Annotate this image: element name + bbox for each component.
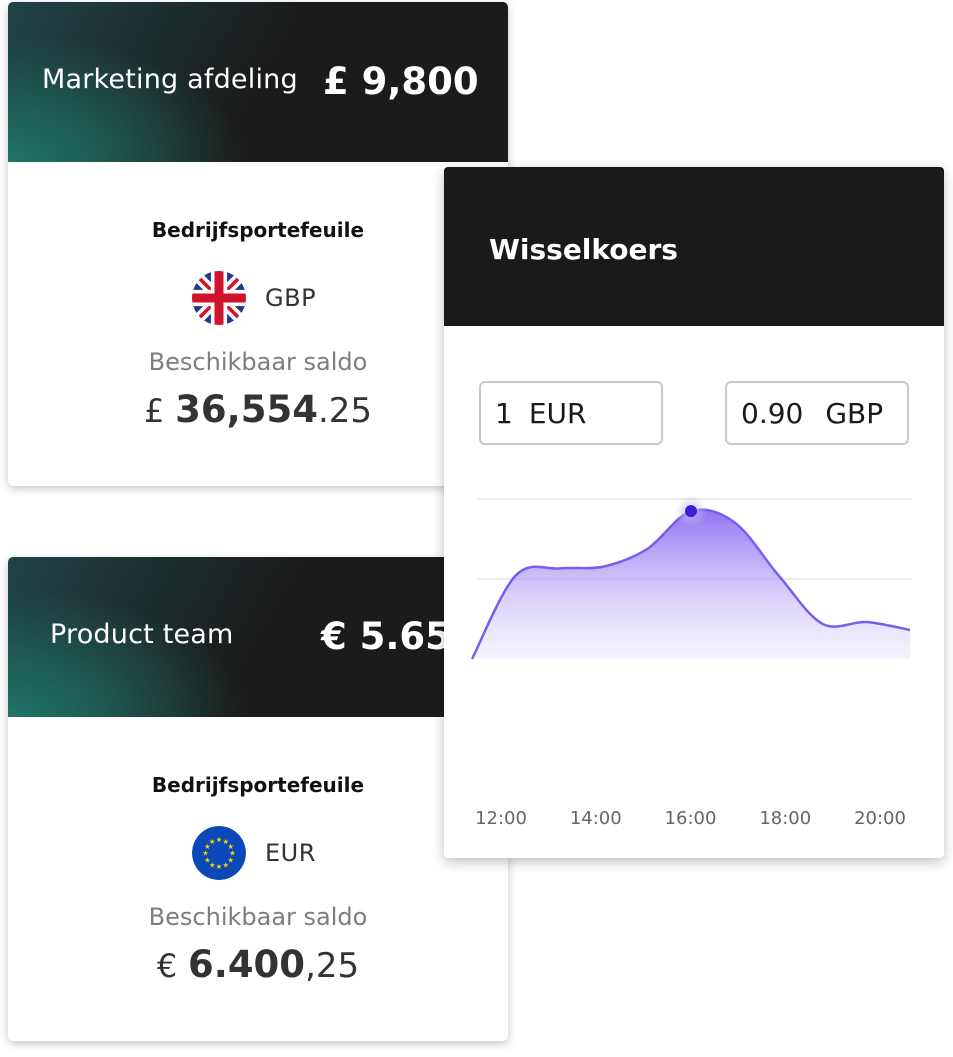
balance-main: 6.400: [188, 943, 306, 986]
highlight-point[interactable]: [685, 505, 697, 518]
budget-card-product[interactable]: Product team € 5.650 Bedrijfsportefeuile…: [8, 557, 508, 1041]
currency-row: GBP: [192, 270, 316, 326]
stage: Marketing afdeling £ 9,800 Bedrijfsporte…: [0, 0, 953, 1057]
exchange-rate-chart: [470, 495, 912, 660]
balance-currency-symbol: €: [156, 947, 178, 985]
team-name: Product team: [50, 619, 234, 650]
balance-label: Beschikbaar saldo: [148, 348, 368, 376]
rate-area: [472, 509, 910, 659]
balance-decimal: .25: [317, 391, 373, 431]
eu-star-icon: ★: [209, 837, 215, 846]
available-balance: € 6.400,25: [8, 943, 508, 986]
portfolio-label: Bedrijfsportefeuile: [151, 773, 365, 797]
team-name: Marketing afdeling: [42, 64, 298, 95]
from-currency: EUR: [528, 396, 587, 430]
balance-decimal: ,25: [305, 946, 360, 986]
x-tick-label: 16:00: [664, 808, 717, 829]
to-amount: 0.90: [741, 396, 804, 430]
x-tick-label: 18:00: [759, 808, 812, 829]
team-budget-amount: £ 9,800: [323, 60, 479, 103]
card-header: Product team € 5.650: [8, 557, 508, 717]
budget-card-marketing[interactable]: Marketing afdeling £ 9,800 Bedrijfsporte…: [8, 2, 508, 486]
eu-flag-icon: ★ ★ ★ ★ ★ ★ ★ ★ ★ ★ ★ ★: [192, 826, 246, 880]
from-amount-field[interactable]: 1 EUR: [479, 381, 663, 445]
exchange-rate-header: Wisselkoers: [444, 167, 944, 326]
card-body: Bedrijfsportefeuile ★ ★ ★ ★ ★ ★ ★ ★ ★ ★ ★ ★ EUR Bes…: [8, 717, 508, 1041]
balance-label: Beschikbaar saldo: [148, 903, 368, 931]
eu-star-icon: ★: [216, 835, 222, 844]
balance-currency-symbol: £: [143, 392, 165, 430]
currency-row: ★ ★ ★ ★ ★ ★ ★ ★ ★ ★ ★ ★ EUR: [192, 825, 316, 881]
from-amount: 1: [495, 396, 513, 430]
currency-code: EUR: [265, 839, 316, 867]
eu-star-icon: ★: [227, 842, 233, 851]
balance-main: 36,554: [175, 388, 318, 431]
exchange-rate-card: Wisselkoers 1 EUR 0.90 GBP 12:00 14:00 1…: [444, 167, 944, 858]
to-currency: GBP: [825, 396, 884, 430]
exchange-rate-title: Wisselkoers: [489, 233, 678, 266]
to-amount-field[interactable]: 0.90 GBP: [725, 381, 909, 445]
available-balance: £ 36,554.25: [8, 388, 508, 431]
eu-star-icon: ★: [223, 860, 229, 869]
card-body: Bedrijfsportefeuile GBP Beschikbaar sald…: [8, 162, 508, 486]
x-tick-label: 14:00: [569, 808, 622, 829]
x-tick-label: 20:00: [854, 808, 906, 829]
card-header: Marketing afdeling £ 9,800: [8, 2, 508, 162]
eu-star-icon: ★: [216, 862, 222, 871]
uk-flag-icon: [192, 271, 246, 325]
portfolio-label: Bedrijfsportefeuile: [151, 218, 365, 242]
x-tick-label: 12:00: [475, 808, 527, 829]
currency-code: GBP: [265, 284, 317, 312]
